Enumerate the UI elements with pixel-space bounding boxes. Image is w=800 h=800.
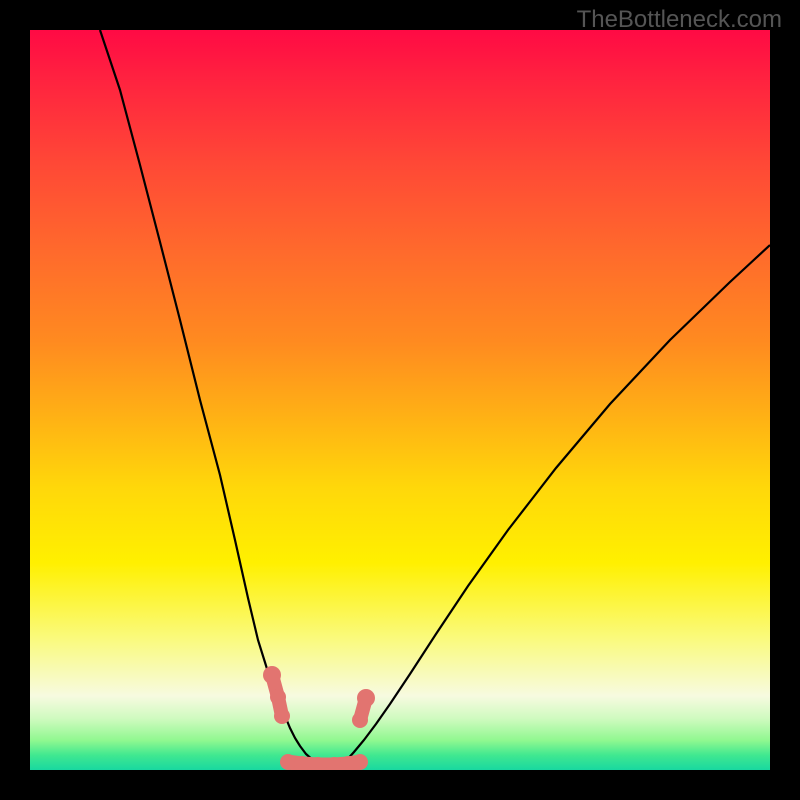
series-left-curve bbox=[100, 30, 315, 762]
marker-left-cluster-mid bbox=[270, 689, 286, 705]
series-right-curve bbox=[345, 245, 770, 762]
marker-bottom-6 bbox=[352, 754, 368, 770]
curves-svg bbox=[30, 30, 770, 770]
marker-left-cluster-top bbox=[263, 666, 281, 684]
chart-container: TheBottleneck.com bbox=[0, 0, 800, 800]
plot-area bbox=[30, 30, 770, 770]
curve-group bbox=[100, 30, 770, 765]
marker-group bbox=[263, 666, 375, 770]
watermark-text: TheBottleneck.com bbox=[577, 6, 782, 34]
marker-left-cluster-bot bbox=[274, 708, 290, 724]
marker-bottom-1 bbox=[280, 754, 296, 770]
marker-right-cluster-mid bbox=[352, 712, 368, 728]
marker-right-cluster-top bbox=[357, 689, 375, 707]
